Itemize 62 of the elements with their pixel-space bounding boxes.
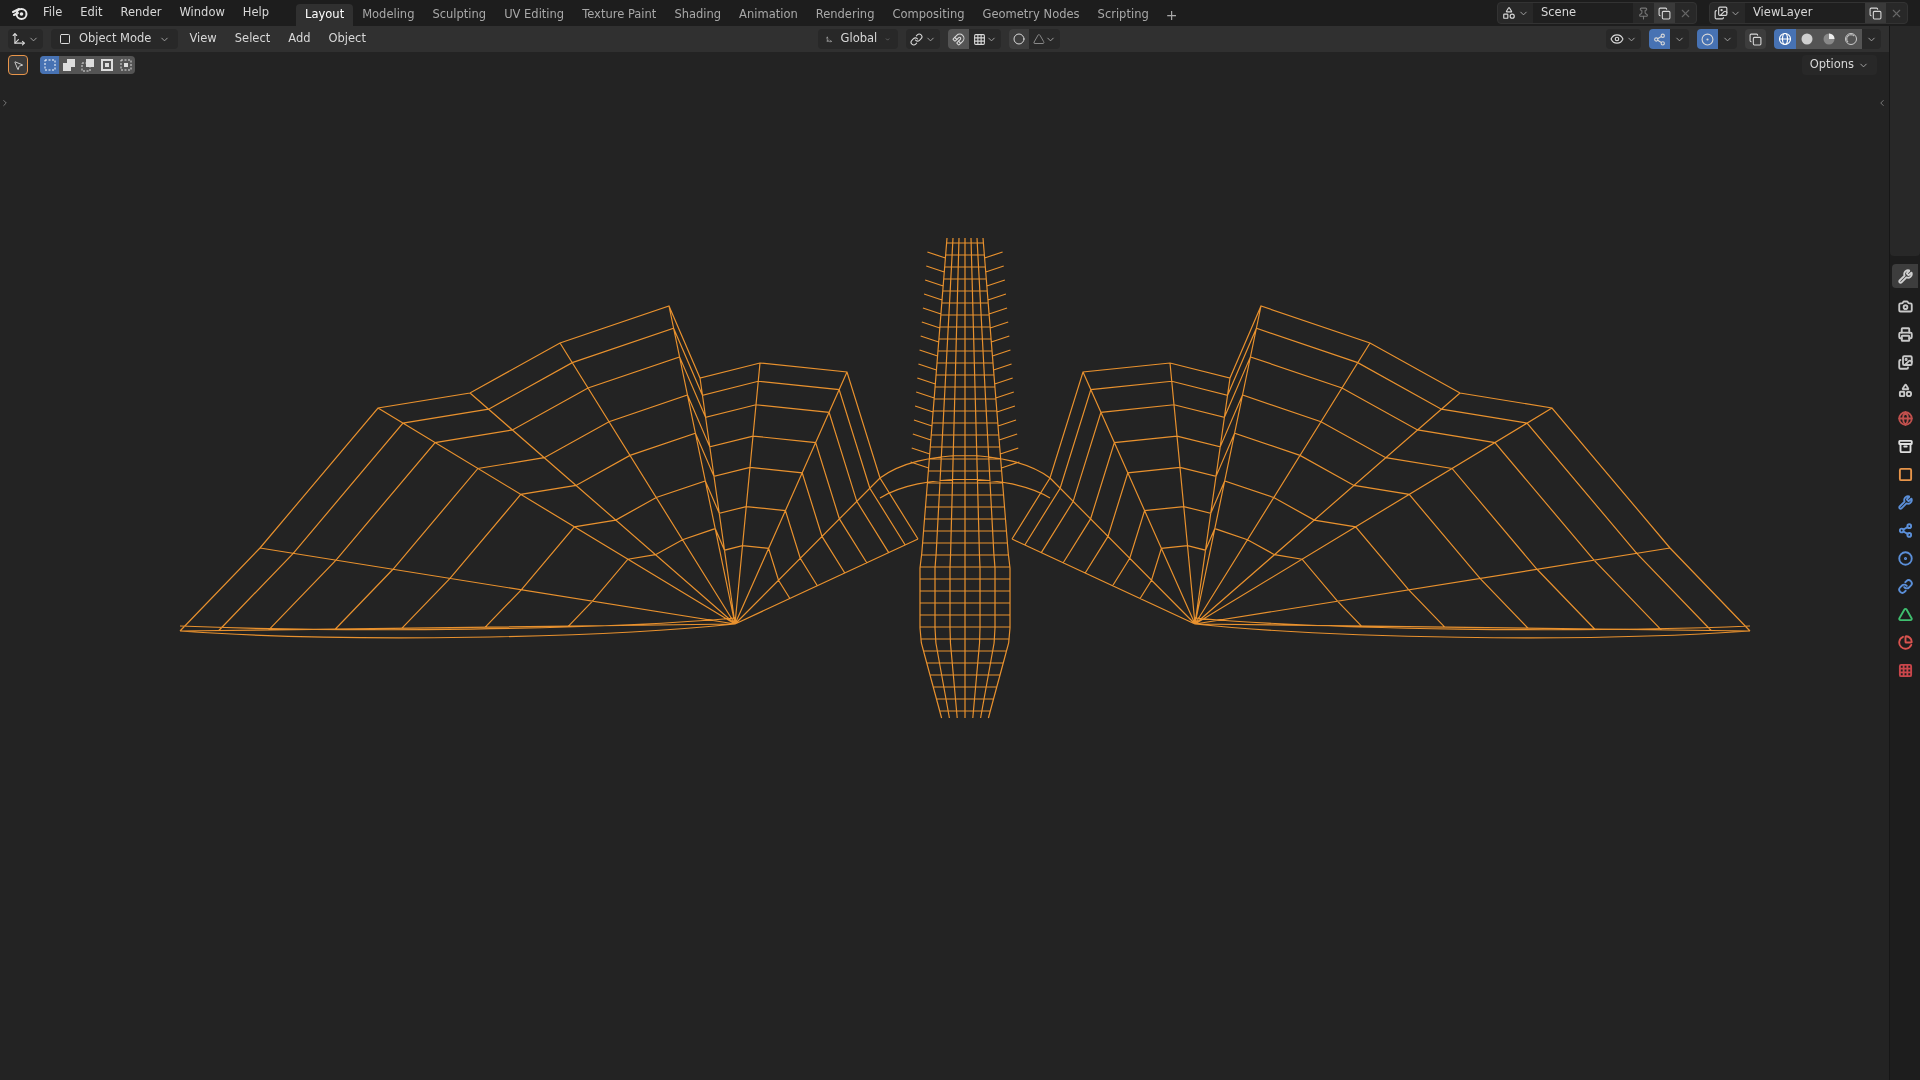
- workspace-tab[interactable]: Geometry Nodes: [973, 4, 1089, 26]
- workspace-tab[interactable]: Modeling: [353, 4, 424, 26]
- workspace-tab[interactable]: Rendering: [806, 4, 884, 26]
- workspace-tab[interactable]: Animation: [730, 4, 807, 26]
- menu-item[interactable]: Window: [172, 4, 232, 22]
- select-tool-button[interactable]: [8, 55, 28, 75]
- menu-item[interactable]: Edit: [73, 4, 110, 22]
- options-dropdown[interactable]: Options: [1801, 55, 1877, 75]
- sphere-icon: [1822, 32, 1836, 46]
- axes-icon: [12, 32, 26, 46]
- sphere-icon: [1844, 32, 1858, 46]
- editor-type-button[interactable]: [8, 29, 43, 49]
- magnet-icon: [952, 32, 966, 46]
- workspace-tab[interactable]: Texture Paint: [573, 4, 666, 26]
- gizmo-toggle[interactable]: [1649, 29, 1670, 49]
- menu-item[interactable]: Render: [113, 4, 169, 22]
- link-icon: [910, 32, 924, 46]
- header-menu[interactable]: Select: [227, 30, 278, 48]
- sphere-icon: [1800, 32, 1814, 46]
- orientation-dropdown[interactable]: Global: [818, 29, 899, 49]
- gizmo-icon: [1653, 32, 1666, 46]
- square-icon: [59, 33, 71, 45]
- select-mode-icon: [99, 58, 114, 72]
- select-mode-icon: [80, 58, 95, 72]
- grid-icon: [973, 32, 987, 46]
- overlays-icon: [1701, 32, 1714, 46]
- circle-icon: [1013, 33, 1026, 45]
- pivot-dropdown[interactable]: [906, 29, 941, 49]
- shading-mode-button[interactable]: [1796, 29, 1818, 49]
- workspace-tab[interactable]: UV Editing: [495, 4, 574, 26]
- select-mode-button[interactable]: [78, 56, 97, 74]
- xray-toggle[interactable]: [1745, 29, 1766, 49]
- expand-toolbar-icon[interactable]: [0, 98, 10, 108]
- logo-icon[interactable]: [12, 6, 28, 20]
- properties-tab[interactable]: [1892, 264, 1918, 288]
- eye-icon: [1610, 32, 1624, 46]
- workspace-tab[interactable]: Layout: [296, 4, 354, 26]
- shading-mode-button[interactable]: [1840, 29, 1862, 49]
- menu-item[interactable]: Help: [235, 4, 277, 22]
- shading-mode-button[interactable]: [1774, 29, 1796, 49]
- header-menu[interactable]: View: [182, 30, 224, 48]
- select-mode-icon: [61, 58, 76, 72]
- workspace-tab[interactable]: Sculpting: [423, 4, 496, 26]
- sphere-icon: [1778, 32, 1792, 46]
- menu-item[interactable]: File: [36, 4, 70, 22]
- proportional-toggle[interactable]: [1009, 29, 1030, 49]
- visibility-dropdown[interactable]: [1606, 29, 1641, 49]
- select-mode-button[interactable]: [40, 56, 59, 74]
- header-menu[interactable]: Add: [281, 30, 318, 48]
- overlays-toggle[interactable]: [1697, 29, 1718, 49]
- select-mode-icon: [42, 58, 57, 72]
- select-mode-icon: [118, 58, 133, 72]
- snap-toggle[interactable]: [948, 29, 970, 49]
- mode-dropdown[interactable]: Object Mode: [51, 29, 179, 49]
- expand-sidebar-icon[interactable]: [1877, 98, 1887, 108]
- add-workspace-button[interactable]: +: [1157, 4, 1186, 26]
- workspace-tab[interactable]: Compositing: [883, 4, 974, 26]
- xray-icon: [1749, 32, 1762, 46]
- workspace-tab[interactable]: Shading: [665, 4, 731, 26]
- cursor-icon: [12, 59, 24, 71]
- header-menu[interactable]: Object: [321, 30, 373, 48]
- workspace-tab[interactable]: Scripting: [1088, 4, 1158, 26]
